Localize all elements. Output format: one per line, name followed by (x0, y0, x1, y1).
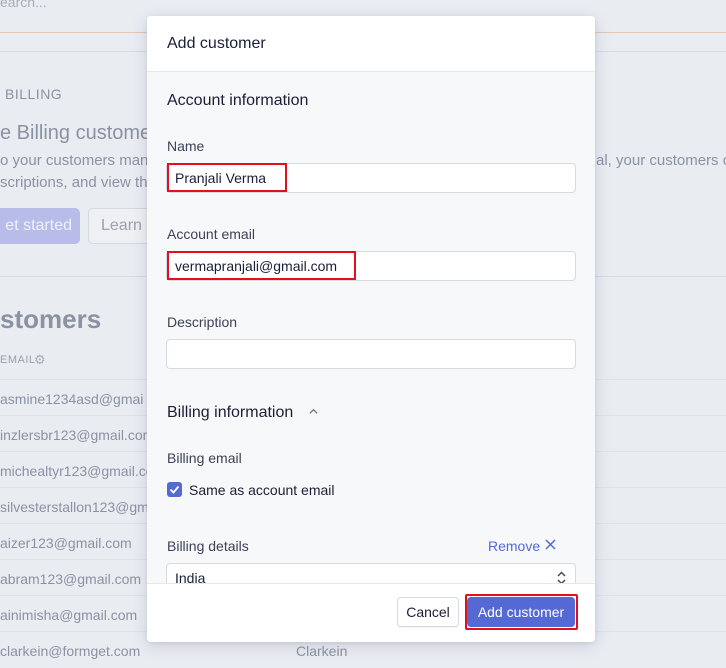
remove-link[interactable]: Remove (488, 538, 540, 554)
modal-body[interactable]: Account information Name Pranjali Verma … (147, 72, 595, 584)
row-name: Clarkein (296, 643, 348, 659)
billing-heading: e Billing customer (0, 122, 158, 144)
row-email: michealtyr123@gmail.co (0, 463, 154, 479)
customers-heading: stomers (0, 304, 102, 334)
row-email: abram123@gmail.com (0, 571, 142, 587)
same-as-account-checkbox[interactable] (167, 482, 182, 497)
billing-description-line2: scriptions, and view the (0, 174, 156, 191)
check-icon (169, 485, 180, 494)
billing-information-heading: Billing information (167, 404, 294, 421)
billing-description-line1: o your customers mana (0, 152, 157, 169)
country-value: India (175, 570, 206, 584)
row-email: asmine1234asd@gmai (0, 391, 144, 407)
name-field[interactable]: Pranjali Verma (166, 163, 576, 193)
billing-details-label: Billing details (167, 538, 249, 554)
account-email-field[interactable]: vermapranjali@gmail.com (166, 251, 576, 281)
row-email: inzlersbr123@gmail.com (0, 427, 155, 443)
cancel-button[interactable]: Cancel (397, 597, 459, 627)
chevron-up-icon[interactable] (309, 407, 318, 416)
get-started-button[interactable]: et started (0, 208, 80, 244)
billing-description-right: al, your customers ca (596, 152, 726, 169)
row-email: silvesterstallon123@gm (0, 499, 149, 515)
modal-header: Add customer (147, 16, 595, 72)
add-customer-modal: Add customer Account information Name Pr… (147, 16, 595, 642)
row-email: ainimisha@gmail.com (0, 607, 138, 623)
same-as-account-label[interactable]: Same as account email (189, 482, 335, 498)
gear-icon[interactable]: ⚙ (34, 352, 46, 368)
add-customer-button[interactable]: Add customer (467, 597, 575, 627)
billing-section-label: BILLING (5, 86, 63, 102)
modal-footer: Cancel Add customer (147, 583, 595, 642)
account-email-label: Account email (167, 226, 255, 242)
account-information-heading: Account information (167, 92, 309, 109)
description-field[interactable] (166, 339, 576, 369)
close-icon[interactable] (545, 539, 556, 550)
modal-title: Add customer (167, 35, 266, 52)
name-label: Name (167, 138, 205, 154)
search-placeholder[interactable]: earch... (0, 0, 47, 10)
row-email: aizer123@gmail.com (0, 535, 132, 551)
description-label: Description (167, 314, 238, 330)
country-select[interactable]: India (166, 563, 576, 584)
row-email: clarkein@formget.com (0, 643, 141, 659)
billing-email-label: Billing email (167, 450, 242, 466)
email-column-header[interactable]: EMAIL (0, 354, 36, 366)
